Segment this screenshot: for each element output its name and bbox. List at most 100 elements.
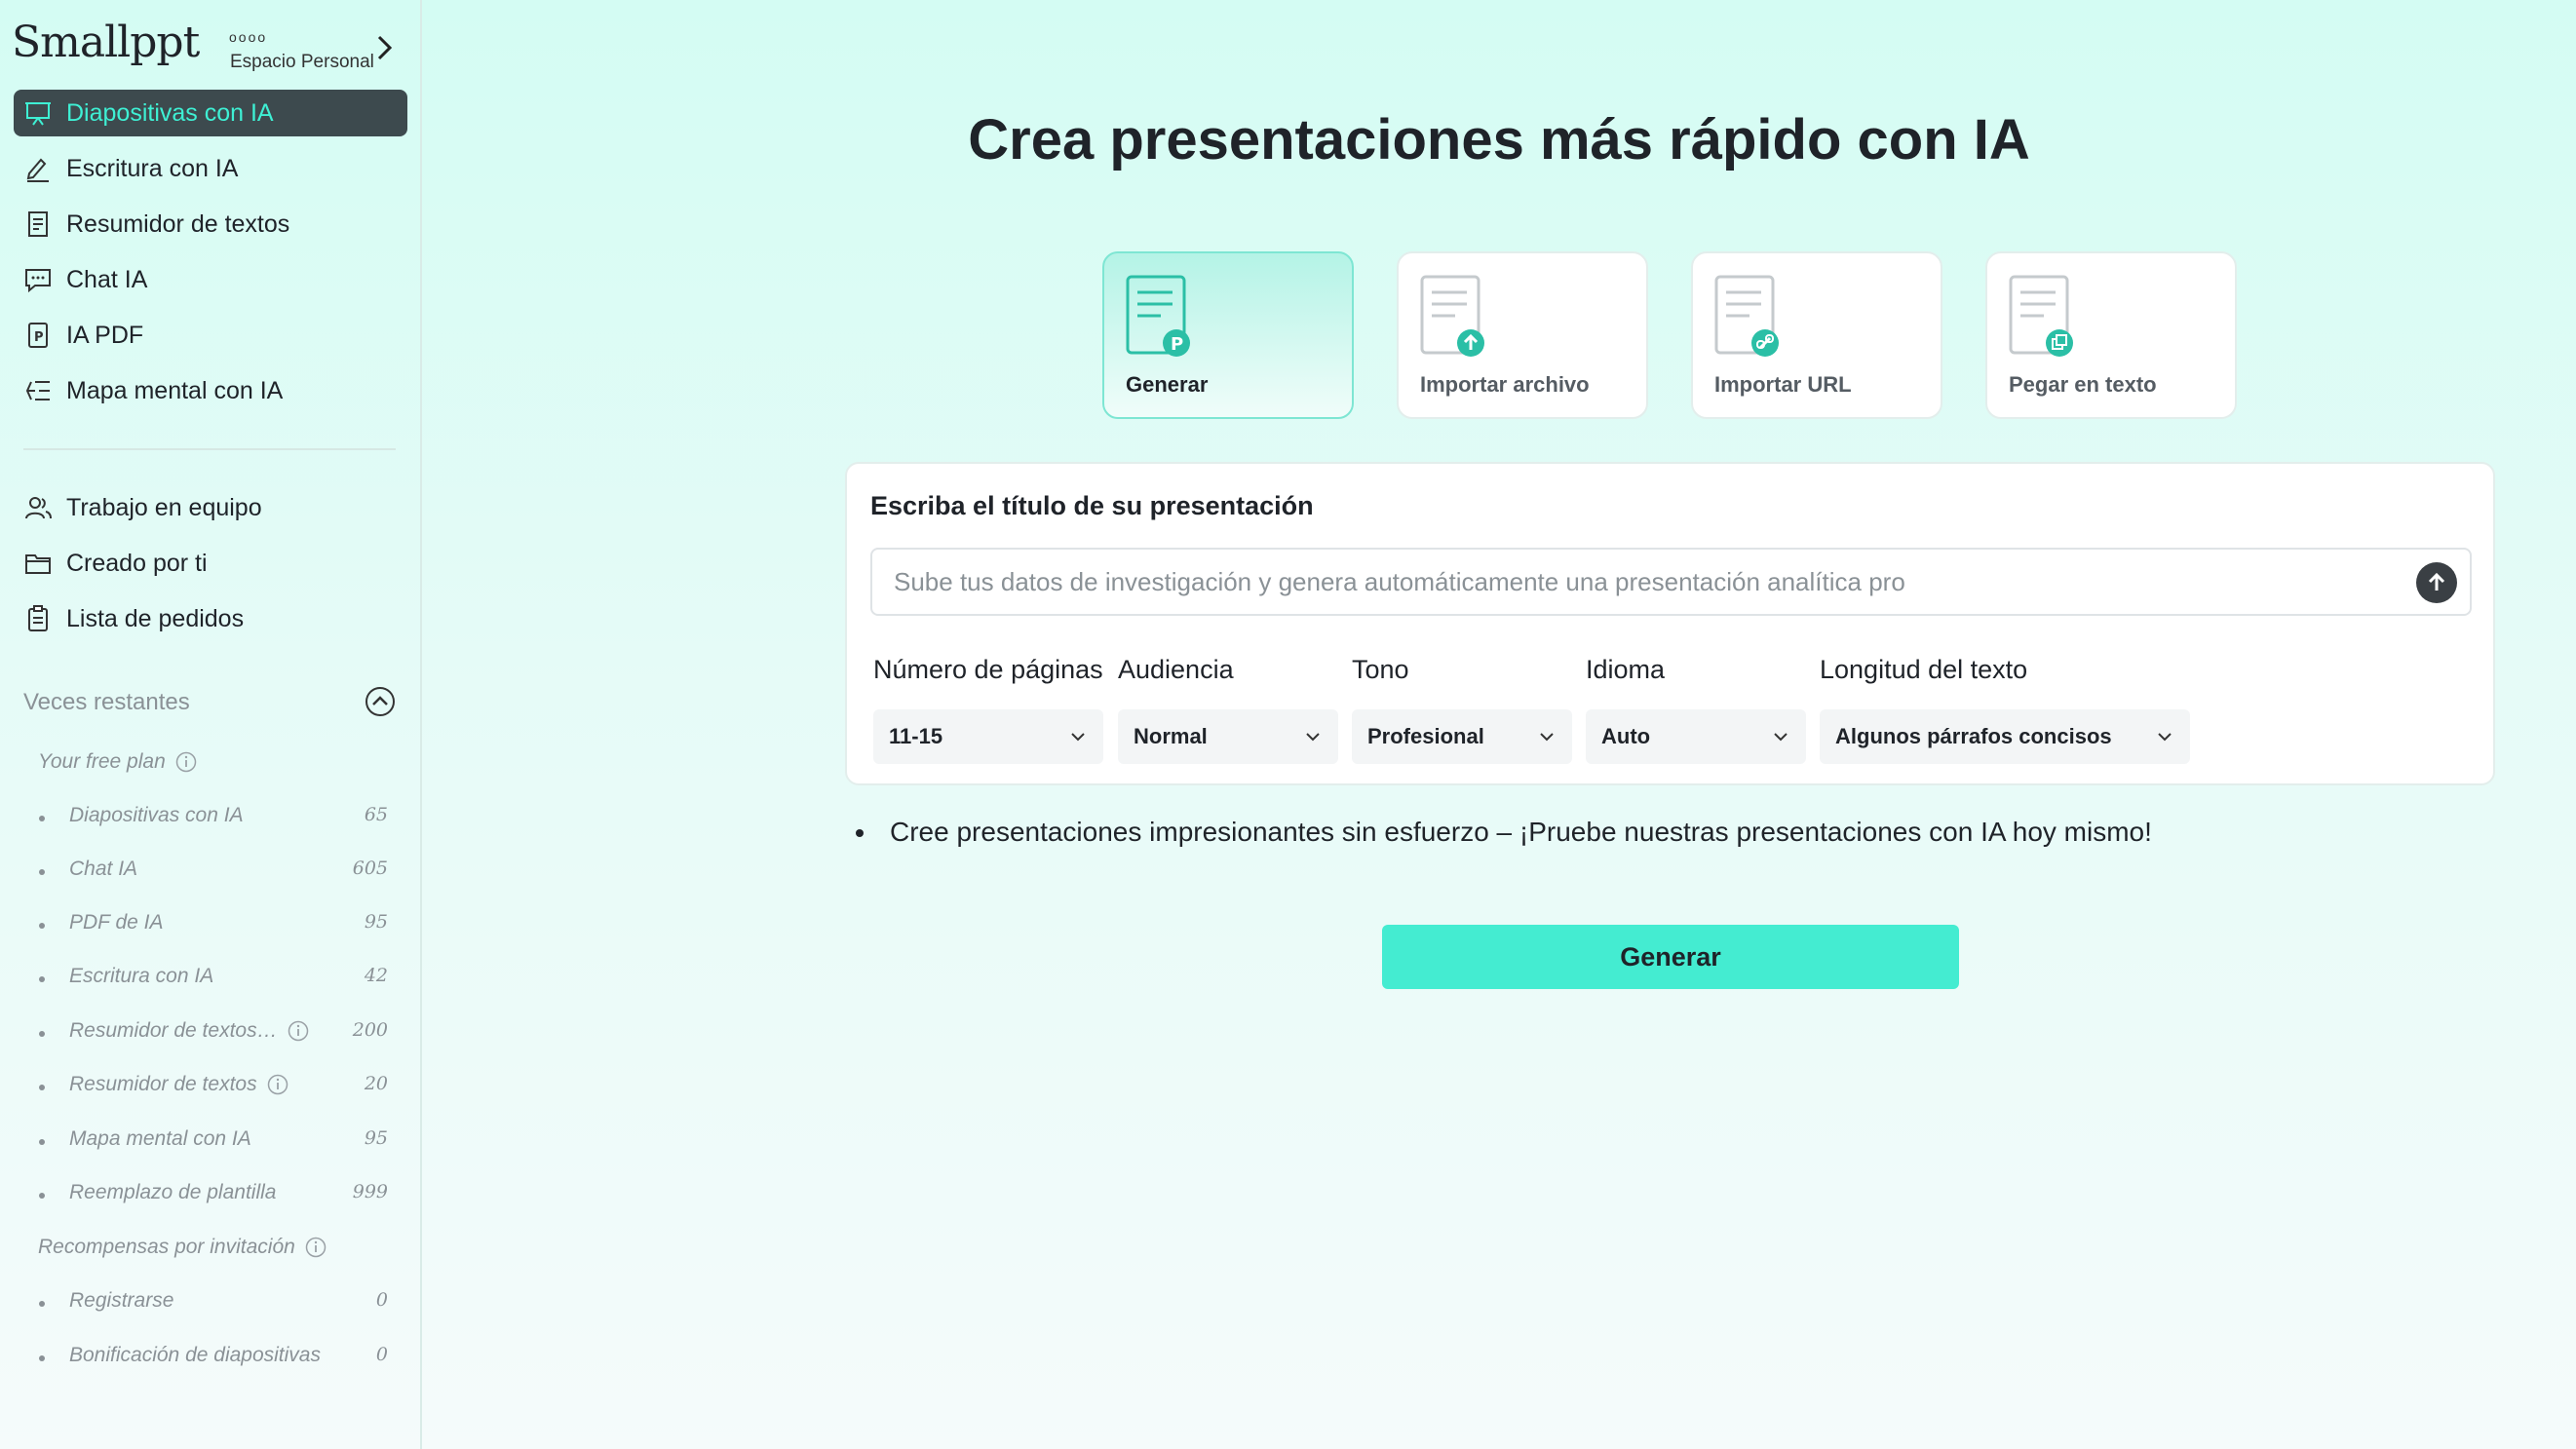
option-label-audiencia: Audiencia bbox=[1118, 655, 1234, 684]
workspace-label[interactable]: Espacio Personal bbox=[230, 52, 374, 73]
bullet bbox=[39, 816, 45, 821]
bullet bbox=[39, 976, 45, 982]
select-audiencia[interactable]: Normal bbox=[1118, 709, 1338, 764]
bullet bbox=[856, 829, 864, 837]
sidebar-item-diapositivas[interactable]: Diapositivas con IA bbox=[14, 90, 407, 136]
chevron-down-icon bbox=[1071, 733, 1085, 742]
document-summary-icon bbox=[23, 210, 53, 239]
quota-value: 42 bbox=[364, 965, 388, 986]
option-label-idioma: Idioma bbox=[1586, 655, 1666, 684]
quota-label: Resumidor de textos… bbox=[69, 1019, 278, 1042]
sidebar-item-label: Escritura con IA bbox=[66, 154, 239, 182]
sidebar-item-escritura[interactable]: Escritura con IA bbox=[14, 145, 407, 192]
sidebar-item-label: Mapa mental con IA bbox=[66, 376, 284, 404]
bullet bbox=[39, 923, 45, 929]
remaining-title: Veces restantes bbox=[23, 689, 190, 715]
app-logo[interactable]: Smallppt bbox=[12, 18, 200, 67]
reward-label: Registrarse bbox=[69, 1289, 174, 1312]
quota-value: 65 bbox=[364, 804, 388, 825]
bullet bbox=[39, 1301, 45, 1307]
promo-tip: Cree presentaciones impresionantes sin e… bbox=[890, 817, 2152, 847]
pdf-icon: P bbox=[23, 321, 53, 350]
free-plan-label: Your free plan bbox=[38, 750, 166, 773]
mode-label: Importar URL bbox=[1714, 372, 1852, 397]
bullet bbox=[39, 1031, 45, 1037]
chat-icon bbox=[23, 265, 53, 294]
reward-value: 0 bbox=[375, 1289, 388, 1311]
select-longitud[interactable]: Algunos párrafos concisos bbox=[1820, 709, 2190, 764]
sidebar-item-pedidos[interactable]: Lista de pedidos bbox=[14, 595, 407, 642]
free-plan-heading: Your free plan bbox=[38, 750, 197, 774]
team-icon bbox=[23, 493, 53, 522]
quota-label: PDF de IA bbox=[69, 911, 164, 934]
sidebar-item-resumidor[interactable]: Resumidor de textos bbox=[14, 201, 407, 248]
quota-value: 999 bbox=[352, 1181, 388, 1202]
sidebar-item-pdf[interactable]: P IA PDF bbox=[14, 312, 407, 359]
bullet bbox=[39, 1193, 45, 1199]
select-value: 11-15 bbox=[889, 724, 943, 748]
page-title: Crea presentaciones más rápido con IA bbox=[968, 108, 2030, 172]
bullet bbox=[39, 1355, 45, 1361]
sidebar-item-label: Lista de pedidos bbox=[66, 604, 245, 632]
sidebar: Smallppt oooo Espacio Personal Diapositi… bbox=[0, 0, 422, 1449]
mode-label: Pegar en texto bbox=[2009, 372, 2157, 397]
svg-text:P: P bbox=[1171, 334, 1183, 355]
sidebar-item-label: Resumidor de textos bbox=[66, 210, 290, 238]
sidebar-item-label: Creado por ti bbox=[66, 549, 208, 577]
quota-label: Resumidor de textos bbox=[69, 1073, 257, 1095]
bullet bbox=[39, 1139, 45, 1145]
sidebar-item-chat[interactable]: Chat IA bbox=[14, 256, 407, 303]
chevron-up-icon[interactable] bbox=[365, 686, 396, 717]
sidebar-item-label: IA PDF bbox=[66, 321, 144, 349]
sidebar-item-trabajo-equipo[interactable]: Trabajo en equipo bbox=[14, 484, 407, 531]
select-paginas[interactable]: 11-15 bbox=[873, 709, 1103, 764]
presentation-icon bbox=[23, 98, 53, 128]
presentation-title-input[interactable] bbox=[870, 548, 2472, 616]
chevron-down-icon bbox=[2158, 733, 2172, 742]
quota-value: 95 bbox=[364, 911, 388, 933]
select-idioma[interactable]: Auto bbox=[1586, 709, 1806, 764]
mode-card-importar-archivo[interactable]: Importar archivo bbox=[1397, 251, 1648, 419]
option-label-tono: Tono bbox=[1352, 655, 1409, 684]
pen-writing-icon bbox=[23, 154, 53, 183]
arrow-up-icon bbox=[2428, 572, 2445, 591]
reward-value: 0 bbox=[375, 1344, 388, 1365]
mode-card-importar-url[interactable]: Importar URL bbox=[1691, 251, 1942, 419]
mode-card-generar[interactable]: P Generar bbox=[1102, 251, 1354, 419]
select-value: Normal bbox=[1134, 724, 1208, 748]
quota-label: Chat IA bbox=[69, 858, 138, 880]
generate-button[interactable]: Generar bbox=[1382, 925, 1959, 989]
option-label-paginas: Número de páginas bbox=[873, 655, 1103, 684]
rewards-label: Recompensas por invitación bbox=[38, 1236, 295, 1258]
chevron-down-icon bbox=[1540, 733, 1554, 742]
quota-label: Diapositivas con IA bbox=[69, 804, 244, 826]
document-link-icon bbox=[1714, 275, 1779, 357]
mode-label: Generar bbox=[1126, 372, 1209, 397]
select-value: Auto bbox=[1601, 724, 1651, 748]
sidebar-item-mapa-mental[interactable]: Mapa mental con IA bbox=[14, 367, 407, 414]
info-icon[interactable] bbox=[175, 751, 197, 773]
bullet bbox=[39, 1085, 45, 1090]
chevron-right-icon[interactable] bbox=[374, 33, 394, 62]
select-value: Profesional bbox=[1367, 724, 1484, 748]
sidebar-item-creado[interactable]: Creado por ti bbox=[14, 540, 407, 587]
info-icon[interactable] bbox=[288, 1020, 309, 1042]
info-icon[interactable] bbox=[305, 1237, 327, 1258]
panel-title: Escriba el título de su presentación bbox=[870, 491, 1314, 520]
workspace-dots: oooo bbox=[229, 29, 268, 45]
reward-label: Bonificación de diapositivas bbox=[69, 1344, 321, 1366]
info-icon[interactable] bbox=[267, 1074, 288, 1095]
quota-value: 95 bbox=[364, 1127, 388, 1149]
select-tono[interactable]: Profesional bbox=[1352, 709, 1572, 764]
option-label-longitud: Longitud del texto bbox=[1820, 655, 2028, 684]
mode-card-pegar-texto[interactable]: Pegar en texto bbox=[1985, 251, 2237, 419]
folder-icon bbox=[23, 549, 53, 578]
quota-value: 20 bbox=[364, 1073, 388, 1094]
upload-button[interactable] bbox=[2416, 562, 2457, 603]
document-paste-icon bbox=[2009, 275, 2073, 357]
document-p-icon: P bbox=[1126, 275, 1190, 357]
quota-label: Reemplazo de plantilla bbox=[69, 1181, 277, 1203]
svg-text:P: P bbox=[34, 330, 44, 345]
sidebar-item-label: Trabajo en equipo bbox=[66, 493, 262, 521]
mode-label: Importar archivo bbox=[1420, 372, 1590, 397]
